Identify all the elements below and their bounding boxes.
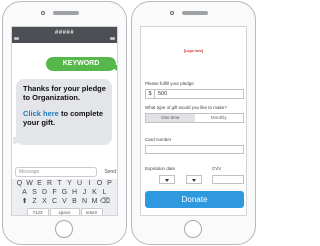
key-b[interactable]: B xyxy=(70,198,79,206)
message-input[interactable]: Message xyxy=(15,167,97,177)
sms-header: ##### xyxy=(12,27,117,43)
key-p[interactable]: P xyxy=(105,180,114,188)
key-t[interactable]: T xyxy=(55,180,64,188)
key-s[interactable]: S xyxy=(30,189,39,197)
chevron-down-icon xyxy=(192,179,196,182)
chevron-down-icon xyxy=(165,179,169,182)
gift-type-label: What type of gift would you like to make… xyxy=(145,105,227,110)
reply-line-3: to complete xyxy=(58,109,104,118)
key-q[interactable]: Q xyxy=(15,180,24,188)
camera-icon xyxy=(170,11,174,15)
expiration-month-select[interactable] xyxy=(159,175,175,184)
sms-recipient-number: ##### xyxy=(54,30,75,36)
backspace-key-icon[interactable]: ⌫ xyxy=(100,198,110,206)
donate-button[interactable]: Donate xyxy=(145,191,244,208)
logo-placeholder: [Logo here] xyxy=(183,49,204,53)
phone-donation-form: [Logo here] Please fulfill your pledge $… xyxy=(131,1,256,245)
reply-line-1: Thanks for your pledge xyxy=(23,84,106,93)
key-j[interactable]: J xyxy=(80,189,89,197)
home-button[interactable] xyxy=(55,220,73,238)
send-button[interactable]: Send xyxy=(104,168,116,176)
keyboard-row-1: Q W E R T Y U I O P xyxy=(12,180,117,188)
reply-line-4: your gift. xyxy=(23,118,56,127)
key-z[interactable]: Z xyxy=(30,198,39,206)
gift-type-toggle: One time Monthly xyxy=(145,113,244,123)
keyboard: Q W E R T Y U I O P A S D F G H J K L ⬆ … xyxy=(12,179,117,215)
camera-icon xyxy=(41,11,45,15)
message-compose-row: Message Send xyxy=(15,167,116,177)
complete-gift-link[interactable]: Click here xyxy=(23,109,59,118)
shift-key-icon[interactable]: ⬆ xyxy=(20,198,29,206)
monthly-option[interactable]: Monthly xyxy=(194,114,243,122)
amount-value: 500 xyxy=(158,91,168,97)
key-m[interactable]: M xyxy=(90,198,99,206)
received-message-bubble: Thanks for your pledge to Organization. … xyxy=(13,79,112,145)
sent-message-bubble: KEYWORD xyxy=(46,57,117,71)
sms-screen: ##### KEYWORD Thanks for your pledge to … xyxy=(11,26,118,216)
key-c[interactable]: C xyxy=(50,198,59,206)
back-icon[interactable] xyxy=(14,37,19,40)
speaker-grille xyxy=(53,11,79,15)
key-y[interactable]: Y xyxy=(65,180,74,188)
amount-field[interactable]: $ 500 xyxy=(145,89,244,99)
cvv-input[interactable] xyxy=(212,175,244,184)
phone-sms: ##### KEYWORD Thanks for your pledge to … xyxy=(2,1,127,245)
card-number-label: Card number xyxy=(145,137,172,142)
key-f[interactable]: F xyxy=(50,189,59,197)
cvv-label: CVV xyxy=(212,166,222,171)
key-u[interactable]: U xyxy=(75,180,84,188)
key-a[interactable]: A xyxy=(20,189,29,197)
key-w[interactable]: W xyxy=(25,180,34,188)
expiration-label: Expiration date xyxy=(145,166,176,171)
card-number-input[interactable] xyxy=(145,145,244,154)
space-key[interactable]: space xyxy=(49,208,80,215)
battery-icon xyxy=(110,37,115,40)
key-k[interactable]: K xyxy=(90,189,99,197)
key-n[interactable]: N xyxy=(80,198,89,206)
key-r[interactable]: R xyxy=(45,180,54,188)
keyboard-row-2: A S D F G H J K L xyxy=(12,189,117,197)
speaker-grille xyxy=(182,11,208,15)
expiration-year-select[interactable] xyxy=(186,175,202,184)
one-time-option[interactable]: One time xyxy=(146,114,195,122)
key-v[interactable]: V xyxy=(60,198,69,206)
home-button[interactable] xyxy=(184,220,202,238)
pledge-label: Please fulfill your pledge xyxy=(145,81,194,86)
currency-symbol: $ xyxy=(146,90,155,98)
key-x[interactable]: X xyxy=(40,198,49,206)
key-h[interactable]: H xyxy=(70,189,79,197)
donation-screen: [Logo here] Please fulfill your pledge $… xyxy=(140,26,247,216)
key-i[interactable]: I xyxy=(85,180,94,188)
keyboard-row-3: ⬆ Z X C V B N M ⌫ xyxy=(12,198,117,206)
return-key[interactable]: return xyxy=(80,208,103,215)
keyboard-row-4: ?123 space return xyxy=(12,208,117,215)
reply-line-2: to Organization. xyxy=(23,93,81,102)
key-l[interactable]: L xyxy=(100,189,109,197)
key-g[interactable]: G xyxy=(60,189,69,197)
key-e[interactable]: E xyxy=(35,180,44,188)
numbers-key[interactable]: ?123 xyxy=(26,208,49,215)
key-o[interactable]: O xyxy=(95,180,104,188)
key-d[interactable]: D xyxy=(40,189,49,197)
